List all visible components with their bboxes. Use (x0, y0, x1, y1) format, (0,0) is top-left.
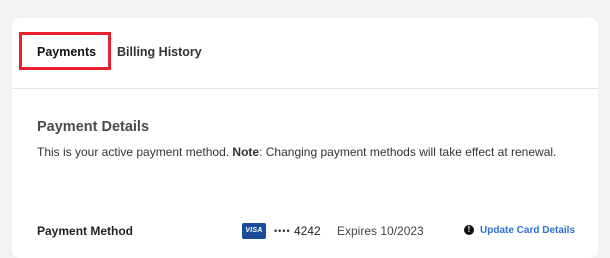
billing-panel: Payments Billing History Payment Details… (12, 18, 598, 258)
note-label: Note (232, 145, 260, 159)
payment-method-label: Payment Method (37, 224, 134, 238)
masked-dots: •••• (274, 226, 291, 236)
section-description: This is your active payment method. Note… (37, 141, 582, 163)
card-expiry: Expires 10/2023 (337, 224, 424, 238)
tab-bar: Payments Billing History (12, 18, 598, 89)
card-last-four: 4242 (293, 224, 321, 238)
masked-card-number: •••• 4242 (274, 223, 321, 239)
update-card-details-link[interactable]: Update Card Details (480, 223, 575, 239)
tab-billing-history[interactable]: Billing History (117, 44, 202, 60)
section-title: Payment Details (37, 119, 150, 135)
exclamation-circle-icon: ! (464, 225, 474, 235)
visa-card-icon: VISA (242, 223, 266, 239)
description-prefix: This is your active payment method. (37, 145, 233, 159)
description-suffix: : Changing payment methods will take eff… (259, 145, 557, 159)
tab-payments[interactable]: Payments (37, 44, 96, 60)
